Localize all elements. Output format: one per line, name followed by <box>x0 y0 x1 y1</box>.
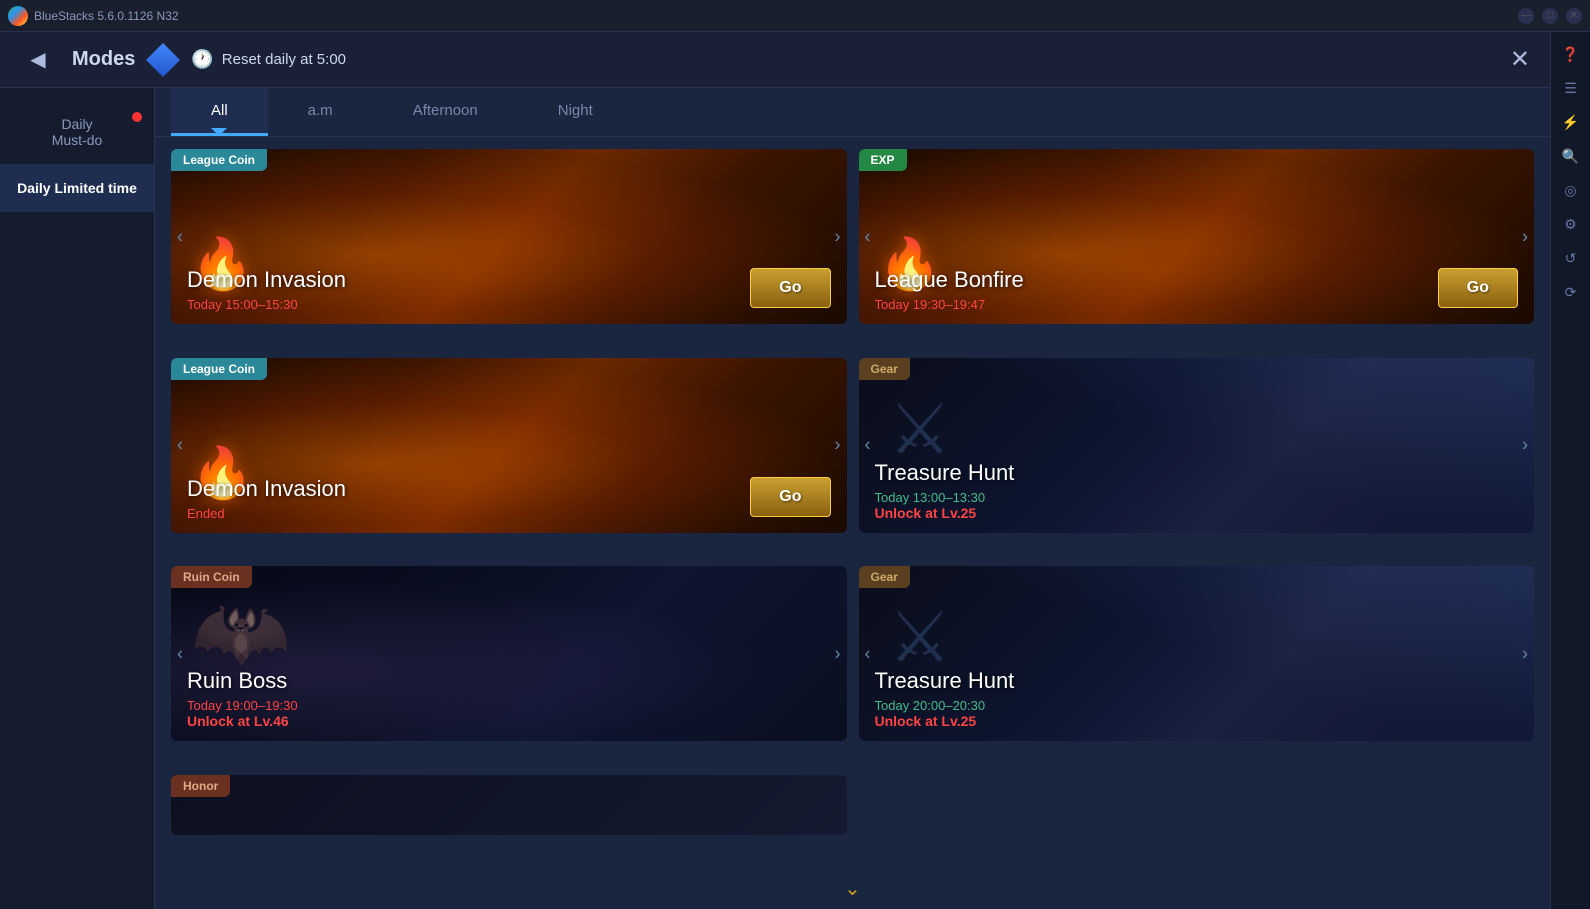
clock-icon: 🕐 <box>191 49 213 70</box>
card-nav-left-3[interactable]: ‹ <box>177 435 183 456</box>
card-unlock-1: Unlock at Lv.25 <box>875 505 1519 521</box>
cards-grid: 🔥 League Coin ‹ › Demon Invasion Today 1… <box>155 137 1550 868</box>
card-title-2: League Bonfire <box>875 267 1519 293</box>
card-time-4: Today 13:00–13:30 <box>875 490 1519 505</box>
card-nav-right-4[interactable]: › <box>1522 435 1528 456</box>
tab-night[interactable]: Night <box>518 88 633 136</box>
left-sidebar: DailyMust-do Daily Limited time <box>0 88 155 909</box>
card-content-6: Treasure Hunt Today 20:00–20:30 Unlock a… <box>859 658 1535 741</box>
card-content-3: Demon Invasion Ended <box>171 466 847 533</box>
card-nav-left-1[interactable]: ‹ <box>177 226 183 247</box>
card-nav-left-4[interactable]: ‹ <box>865 435 871 456</box>
tab-all[interactable]: All <box>171 88 268 136</box>
card-title-3: Demon Invasion <box>187 476 831 502</box>
card-unlock-2: Unlock at Lv.46 <box>187 713 831 729</box>
toolbar-menu-icon[interactable]: ☰ <box>1557 74 1585 102</box>
back-icon: ◀ <box>30 47 45 72</box>
card-demon-invasion-2: 🔥 League Coin ‹ › Demon Invasion Ended G… <box>171 358 847 533</box>
card-nav-left-6[interactable]: ‹ <box>865 643 871 664</box>
card-nav-right-2[interactable]: › <box>1522 226 1528 247</box>
app-name: BlueStacks 5.6.0.1126 N32 <box>34 9 1518 23</box>
card-content-4: Treasure Hunt Today 13:00–13:30 Unlock a… <box>859 450 1535 533</box>
close-window-button[interactable]: ✕ <box>1566 8 1582 24</box>
back-button[interactable]: ◀ <box>20 42 56 78</box>
card-ended-status: Ended <box>187 506 831 521</box>
card-nav-left-5[interactable]: ‹ <box>177 643 183 664</box>
card-tag-exp: EXP <box>859 149 907 171</box>
toolbar-help-icon[interactable]: ❓ <box>1557 40 1585 68</box>
main-layout: ◀ Modes 🕐 Reset daily at 5:00 ✕ DailyMus… <box>0 32 1590 909</box>
card-time-1: Today 15:00–15:30 <box>187 297 831 312</box>
modes-title: Modes <box>72 48 135 71</box>
card-treasure-hunt-1: ⚔ Gear ‹ › Treasure Hunt Today 13:00–13:… <box>859 358 1535 533</box>
card-tag-league-coin-1: League Coin <box>171 149 267 171</box>
card-time-6: Today 20:00–20:30 <box>875 698 1519 713</box>
toolbar-refresh-icon[interactable]: ↺ <box>1557 244 1585 272</box>
card-nav-right-6[interactable]: › <box>1522 643 1528 664</box>
card-nav-right-1[interactable]: › <box>835 226 841 247</box>
card-content-5: Ruin Boss Today 19:00–19:30 Unlock at Lv… <box>171 658 847 741</box>
card-tag-gear-2: Gear <box>859 566 910 588</box>
sidebar-item-daily-must-do[interactable]: DailyMust-do <box>0 100 154 164</box>
card-title-4: Treasure Hunt <box>875 460 1519 486</box>
maximize-button[interactable]: □ <box>1542 8 1558 24</box>
toolbar-power-icon[interactable]: ⚡ <box>1557 108 1585 136</box>
go-button-3[interactable]: Go <box>750 477 830 517</box>
notification-dot <box>132 112 142 122</box>
body-content: DailyMust-do Daily Limited time All a.m … <box>0 88 1550 909</box>
tab-am[interactable]: a.m <box>268 88 373 136</box>
card-honor: Honor <box>171 775 847 835</box>
card-tag-gear-1: Gear <box>859 358 910 380</box>
toolbar-circle-icon[interactable]: ◎ <box>1557 176 1585 204</box>
toolbar-search-icon[interactable]: 🔍 <box>1557 142 1585 170</box>
reset-info: 🕐 Reset daily at 5:00 <box>191 49 346 70</box>
content-area: ◀ Modes 🕐 Reset daily at 5:00 ✕ DailyMus… <box>0 32 1550 909</box>
go-button-1[interactable]: Go <box>750 268 830 308</box>
tab-afternoon[interactable]: Afternoon <box>373 88 518 136</box>
card-tag-honor: Honor <box>171 775 230 797</box>
card-nav-right-5[interactable]: › <box>835 643 841 664</box>
header: ◀ Modes 🕐 Reset daily at 5:00 ✕ <box>0 32 1550 88</box>
toolbar-sync-icon[interactable]: ⟳ <box>1557 278 1585 306</box>
sidebar-item-daily-limited-time[interactable]: Daily Limited time <box>0 164 154 212</box>
chevron-down-icon: ⌄ <box>844 878 861 900</box>
main-panel: All a.m Afternoon Night 🔥 League Coin ‹ … <box>155 88 1550 909</box>
title-bar: BlueStacks 5.6.0.1126 N32 — □ ✕ <box>0 0 1590 32</box>
card-nav-left-2[interactable]: ‹ <box>865 226 871 247</box>
card-content-2: League Bonfire Today 19:30–19:47 <box>859 257 1535 324</box>
go-button-2[interactable]: Go <box>1438 268 1518 308</box>
card-tag-ruin-coin: Ruin Coin <box>171 566 252 588</box>
close-button[interactable]: ✕ <box>1510 45 1530 74</box>
card-title-1: Demon Invasion <box>187 267 831 293</box>
card-title-6: Treasure Hunt <box>875 668 1519 694</box>
card-ruin-boss: 🦇 Ruin Coin ‹ › Ruin Boss Today 19:00–19… <box>171 566 847 741</box>
window-controls: — □ ✕ <box>1518 8 1582 24</box>
bluestacks-logo <box>8 6 28 26</box>
card-content-1: Demon Invasion Today 15:00–15:30 <box>171 257 847 324</box>
card-title-5: Ruin Boss <box>187 668 831 694</box>
card-time-5: Today 19:00–19:30 <box>187 698 831 713</box>
diamond-icon[interactable] <box>146 43 180 77</box>
card-league-bonfire: 🔥 EXP ‹ › League Bonfire Today 19:30–19:… <box>859 149 1535 324</box>
card-unlock-3: Unlock at Lv.25 <box>875 713 1519 729</box>
card-demon-invasion-1: 🔥 League Coin ‹ › Demon Invasion Today 1… <box>171 149 847 324</box>
card-nav-right-3[interactable]: › <box>835 435 841 456</box>
card-tag-league-coin-2: League Coin <box>171 358 267 380</box>
minimize-button[interactable]: — <box>1518 8 1534 24</box>
tabs: All a.m Afternoon Night <box>155 88 1550 137</box>
card-treasure-hunt-2: ⚔ Gear ‹ › Treasure Hunt Today 20:00–20:… <box>859 566 1535 741</box>
toolbar-settings-icon[interactable]: ⚙ <box>1557 210 1585 238</box>
right-toolbar: ❓ ☰ ⚡ 🔍 ◎ ⚙ ↺ ⟳ <box>1550 32 1590 909</box>
reset-label: Reset daily at 5:00 <box>222 51 346 68</box>
scroll-indicator: ⌄ <box>155 868 1550 909</box>
card-time-2: Today 19:30–19:47 <box>875 297 1519 312</box>
